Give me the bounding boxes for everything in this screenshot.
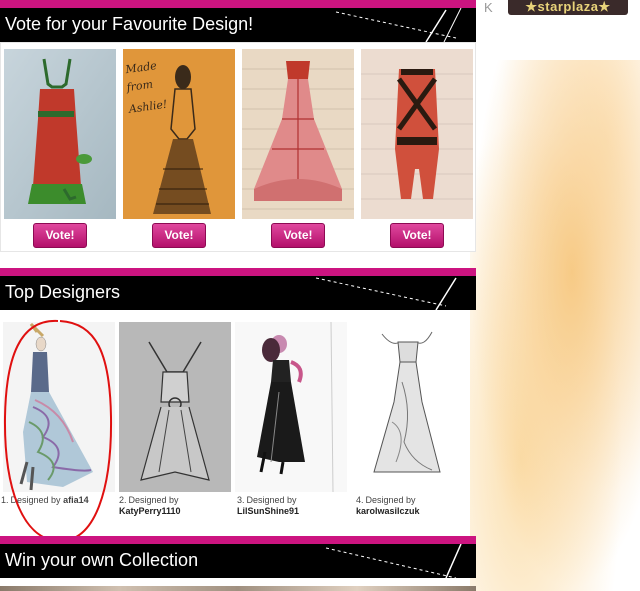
designer-caption-4: 4. Designed by karolwasilczuk [356, 495, 476, 517]
designer-image-3[interactable] [235, 322, 347, 492]
win-collection-section: Win your own Collection [0, 536, 476, 591]
section-divider [0, 268, 476, 276]
design-image-1[interactable] [4, 49, 116, 219]
designer-username[interactable]: afia14 [63, 495, 89, 505]
designer-image-4[interactable] [352, 322, 464, 492]
designed-by-label: Designed by [128, 495, 179, 505]
top-designers-header: Top Designers [0, 276, 476, 310]
vote-header: Vote for your Favourite Design! [0, 8, 476, 42]
vote-button-3[interactable]: Vote! [271, 223, 325, 248]
designer-caption-2: 2. Designed by KatyPerry1110 [119, 495, 239, 517]
rank: 4. [356, 495, 364, 505]
designer-username[interactable]: KatyPerry1110 [119, 506, 239, 517]
header-decoration [335, 8, 462, 42]
designer-caption-3: 3. Designed by LilSunShine91 [237, 495, 357, 517]
rank: 2. [119, 495, 127, 505]
design-image-4[interactable] [361, 49, 473, 219]
rank: 1. [1, 495, 9, 505]
designer-caption-1: 1. Designed by afia14 [1, 495, 121, 506]
designer-username[interactable]: LilSunShine91 [237, 506, 357, 517]
section-title: Win your own Collection [5, 550, 199, 570]
designer-image-2[interactable] [119, 322, 231, 492]
vote-button-4[interactable]: Vote! [390, 223, 444, 248]
rank: 3. [237, 495, 245, 505]
logo-fragment: K [484, 0, 493, 15]
section-divider [0, 0, 476, 8]
background-splash [470, 60, 640, 591]
vote-button-2[interactable]: Vote! [152, 223, 206, 248]
starplaza-logo[interactable]: ★starplaza★ [508, 0, 628, 15]
header-decoration [315, 277, 457, 310]
design-image-3[interactable] [242, 49, 354, 219]
design-image-2[interactable]: Made from Ashlie! [123, 49, 235, 219]
designed-by-label: Designed by [365, 495, 416, 505]
section-divider [0, 536, 476, 544]
section-title: Vote for your Favourite Design! [5, 14, 254, 34]
section-title: Top Designers [5, 282, 121, 302]
header-decoration [325, 544, 462, 578]
collection-preview-strip [0, 586, 476, 591]
designed-by-label: Designed by [10, 495, 61, 505]
win-collection-header: Win your own Collection [0, 544, 476, 578]
vote-button-1[interactable]: Vote! [33, 223, 87, 248]
designer-username[interactable]: karolwasilczuk [356, 506, 476, 517]
designed-by-label: Designed by [246, 495, 297, 505]
designer-image-1[interactable] [3, 322, 115, 492]
